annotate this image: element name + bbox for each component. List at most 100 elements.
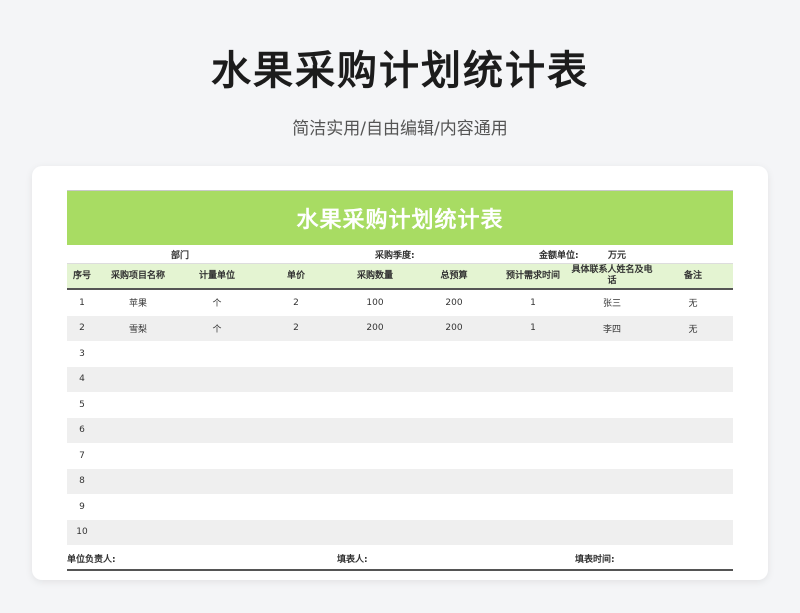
table-cell[interactable] <box>571 519 653 545</box>
table-cell[interactable] <box>337 468 413 494</box>
table-cell[interactable] <box>571 417 653 443</box>
table-cell[interactable] <box>255 417 337 443</box>
table-cell[interactable] <box>495 341 571 367</box>
table-cell[interactable]: 8 <box>67 468 97 494</box>
table-cell[interactable]: 1 <box>495 289 571 316</box>
table-cell[interactable] <box>337 366 413 392</box>
table-cell[interactable] <box>495 443 571 469</box>
table-cell[interactable] <box>653 417 733 443</box>
table-cell[interactable] <box>495 366 571 392</box>
table-cell[interactable] <box>413 443 495 469</box>
column-header[interactable]: 计量单位 <box>179 264 255 290</box>
table-cell[interactable] <box>653 443 733 469</box>
table-cell[interactable]: 李四 <box>571 315 653 341</box>
table-cell[interactable] <box>255 519 337 545</box>
table-cell[interactable] <box>255 392 337 418</box>
column-header[interactable]: 采购数量 <box>337 264 413 290</box>
table-cell[interactable] <box>255 443 337 469</box>
table-cell[interactable] <box>413 417 495 443</box>
table-cell[interactable] <box>97 468 179 494</box>
table-cell[interactable] <box>653 468 733 494</box>
table-cell[interactable]: 6 <box>67 417 97 443</box>
table-cell[interactable] <box>413 366 495 392</box>
column-header[interactable]: 具体联系人姓名及电话 <box>571 264 653 290</box>
page-title: 水果采购计划统计表 <box>211 48 589 94</box>
table-cell[interactable] <box>179 468 255 494</box>
table-cell[interactable] <box>337 341 413 367</box>
table-cell[interactable]: 9 <box>67 494 97 520</box>
table-cell[interactable]: 个 <box>179 315 255 341</box>
table-cell[interactable]: 3 <box>67 341 97 367</box>
column-header[interactable]: 采购项目名称 <box>97 264 179 290</box>
table-cell[interactable]: 10 <box>67 519 97 545</box>
table-cell[interactable]: 2 <box>67 315 97 341</box>
table-cell[interactable]: 1 <box>495 315 571 341</box>
table-cell[interactable]: 无 <box>653 289 733 316</box>
table-cell[interactable] <box>571 341 653 367</box>
table-cell[interactable] <box>97 443 179 469</box>
table-cell[interactable]: 4 <box>67 366 97 392</box>
table-cell[interactable] <box>97 519 179 545</box>
table-cell[interactable] <box>179 519 255 545</box>
table-cell[interactable] <box>97 494 179 520</box>
table-cell[interactable]: 1 <box>67 289 97 316</box>
table-cell[interactable] <box>653 341 733 367</box>
table-cell[interactable] <box>337 443 413 469</box>
table-cell[interactable] <box>495 468 571 494</box>
table-cell[interactable] <box>179 417 255 443</box>
table-cell[interactable]: 200 <box>337 315 413 341</box>
table-cell[interactable] <box>413 341 495 367</box>
table-cell[interactable] <box>495 417 571 443</box>
table-cell[interactable]: 100 <box>337 289 413 316</box>
table-cell[interactable]: 雪梨 <box>97 315 179 341</box>
table-cell[interactable] <box>97 366 179 392</box>
table-cell[interactable]: 张三 <box>571 289 653 316</box>
table-cell[interactable]: 200 <box>413 315 495 341</box>
table-cell[interactable]: 2 <box>255 289 337 316</box>
table-cell[interactable] <box>179 341 255 367</box>
table-cell[interactable] <box>413 494 495 520</box>
column-header[interactable]: 预计需求时间 <box>495 264 571 290</box>
table-cell[interactable] <box>255 366 337 392</box>
table-cell[interactable] <box>97 417 179 443</box>
table-cell[interactable] <box>653 366 733 392</box>
table-cell[interactable]: 200 <box>413 289 495 316</box>
table-cell[interactable]: 个 <box>179 289 255 316</box>
table-cell[interactable] <box>337 519 413 545</box>
column-header[interactable]: 备注 <box>653 264 733 290</box>
table-cell[interactable] <box>571 494 653 520</box>
table-cell[interactable] <box>571 392 653 418</box>
table-cell[interactable]: 7 <box>67 443 97 469</box>
table-cell[interactable] <box>571 468 653 494</box>
table-cell[interactable] <box>571 443 653 469</box>
table-cell[interactable] <box>413 392 495 418</box>
table-cell[interactable] <box>337 392 413 418</box>
table-cell[interactable] <box>495 392 571 418</box>
table-cell[interactable] <box>337 417 413 443</box>
table-cell[interactable] <box>337 494 413 520</box>
table-cell[interactable] <box>255 494 337 520</box>
table-cell[interactable]: 2 <box>255 315 337 341</box>
table-cell[interactable] <box>653 519 733 545</box>
table-cell[interactable] <box>571 366 653 392</box>
table-cell[interactable] <box>495 519 571 545</box>
table-cell[interactable] <box>97 341 179 367</box>
table-cell[interactable]: 5 <box>67 392 97 418</box>
table-cell[interactable] <box>653 392 733 418</box>
table-cell[interactable] <box>653 494 733 520</box>
table-cell[interactable]: 苹果 <box>97 289 179 316</box>
column-header[interactable]: 总预算 <box>413 264 495 290</box>
table-cell[interactable]: 无 <box>653 315 733 341</box>
table-cell[interactable] <box>255 468 337 494</box>
table-cell[interactable] <box>413 468 495 494</box>
column-header[interactable]: 序号 <box>67 264 97 290</box>
table-cell[interactable] <box>179 494 255 520</box>
table-cell[interactable] <box>179 443 255 469</box>
table-cell[interactable] <box>97 392 179 418</box>
table-cell[interactable] <box>179 366 255 392</box>
table-cell[interactable] <box>255 341 337 367</box>
table-cell[interactable] <box>495 494 571 520</box>
column-header[interactable]: 单价 <box>255 264 337 290</box>
table-cell[interactable] <box>179 392 255 418</box>
table-cell[interactable] <box>413 519 495 545</box>
